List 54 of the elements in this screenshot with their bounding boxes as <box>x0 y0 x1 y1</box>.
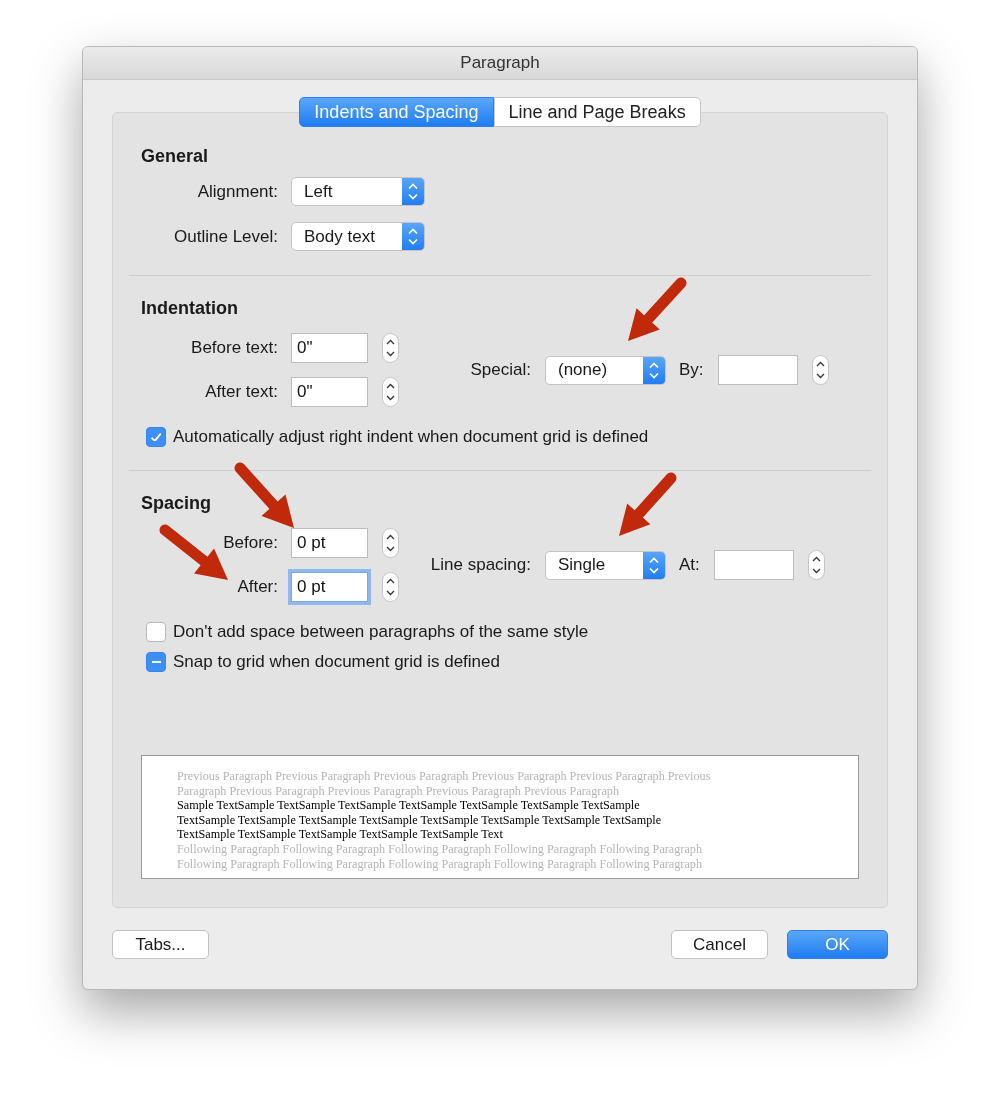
section-heading: General <box>141 146 210 167</box>
preview-text: TextSample TextSample TextSample TextSample TextSample Text <box>177 827 504 842</box>
dialog-button[interactable]: Cancel <box>671 930 768 959</box>
popup-button[interactable]: (none) <box>545 355 666 385</box>
section-heading: Indentation <box>141 298 239 319</box>
popup-button[interactable]: Body text <box>291 222 425 251</box>
annotation-arrow <box>628 277 687 341</box>
checkbox-label: Automatically adjust right indent when document grid is defined <box>173 427 649 447</box>
window-title: Paragraph <box>460 53 540 73</box>
up-down-icon <box>643 551 665 579</box>
checkbox[interactable] <box>146 622 166 642</box>
stepper[interactable] <box>382 333 399 363</box>
preview-text: TextSample TextSample TextSample TextSample TextSample TextSample TextSample TextSample <box>177 812 663 828</box>
stepper[interactable] <box>382 572 399 602</box>
checkbox-label: Snap to grid when document grid is defined <box>173 652 500 672</box>
input-field[interactable] <box>713 550 794 580</box>
dialog-button[interactable]: Tabs... <box>112 930 209 959</box>
preview-text: Sample TextSample TextSample TextSample TextSample TextSample TextSample TextSample <box>177 798 641 813</box>
checkbox-label: Don't add space between paragraphs of the same style <box>173 622 589 642</box>
preview-text: Following Paragraph Following Paragraph Following Paragraph Following Paragraph Following Paragraph <box>177 856 703 872</box>
field-label: Before: <box>223 533 278 552</box>
up-down-icon <box>643 356 665 384</box>
check-icon <box>150 432 162 442</box>
field-label: Line spacing: <box>430 555 531 574</box>
stepper[interactable] <box>382 377 399 407</box>
section-heading: Spacing <box>141 493 212 514</box>
preview-text: Previous Paragraph Previous Paragraph Previous Paragraph Previous Paragraph Previous Paragraph Previous <box>177 769 712 784</box>
field-label: At: <box>679 555 700 575</box>
tab[interactable]: Line and Page Breaks <box>493 97 701 127</box>
popup-button[interactable]: Left <box>291 177 425 206</box>
input-field[interactable]: 0" <box>291 333 368 363</box>
stepper[interactable] <box>382 528 399 558</box>
field-label: By: <box>679 360 704 380</box>
input-field[interactable]: 0 pt <box>291 572 368 602</box>
field-label: Alignment: <box>197 181 278 201</box>
input-field[interactable]: 0" <box>291 377 368 407</box>
annotation-arrow <box>234 462 294 528</box>
stepper[interactable] <box>807 550 825 580</box>
popup-button[interactable]: Single <box>545 550 666 580</box>
up-down-icon <box>402 178 424 205</box>
input-field[interactable] <box>717 355 798 385</box>
annotation-arrow <box>619 472 677 536</box>
checkbox[interactable] <box>146 652 166 672</box>
field-label: Before text: <box>191 338 278 357</box>
stepper[interactable] <box>811 355 829 385</box>
field-label: After text: <box>205 382 278 401</box>
field-label: After: <box>237 577 278 596</box>
field-label: Special: <box>470 360 531 379</box>
up-down-icon <box>402 223 424 250</box>
field-label: Outline Level: <box>174 226 278 246</box>
preview-text: Following Paragraph Following Paragraph Following Paragraph Following Paragraph Following Paragraph <box>177 841 703 857</box>
checkbox[interactable] <box>146 427 166 447</box>
input-field[interactable]: 0 pt <box>291 528 368 558</box>
preview-text: Paragraph Previous Paragraph Previous Paragraph Previous Paragraph Previous Paragraph <box>177 783 621 799</box>
